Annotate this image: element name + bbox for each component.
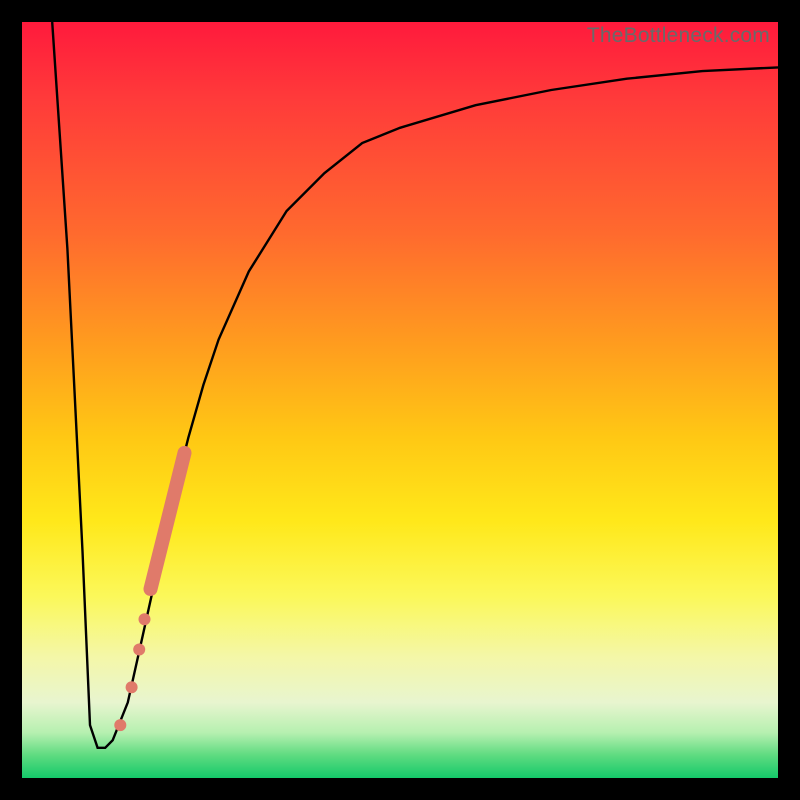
highlighted-segment [151, 453, 185, 589]
bottleneck-curve [52, 22, 778, 748]
plot-area: TheBottleneck.com [22, 22, 778, 778]
watermark-text: TheBottleneck.com [587, 24, 770, 48]
curve-marker [126, 681, 138, 693]
curve-marker [133, 644, 145, 656]
curve-markers [114, 613, 150, 731]
chart-svg [22, 22, 778, 778]
curve-marker [139, 613, 151, 625]
chart-frame: TheBottleneck.com [0, 0, 800, 800]
curve-marker [114, 719, 126, 731]
